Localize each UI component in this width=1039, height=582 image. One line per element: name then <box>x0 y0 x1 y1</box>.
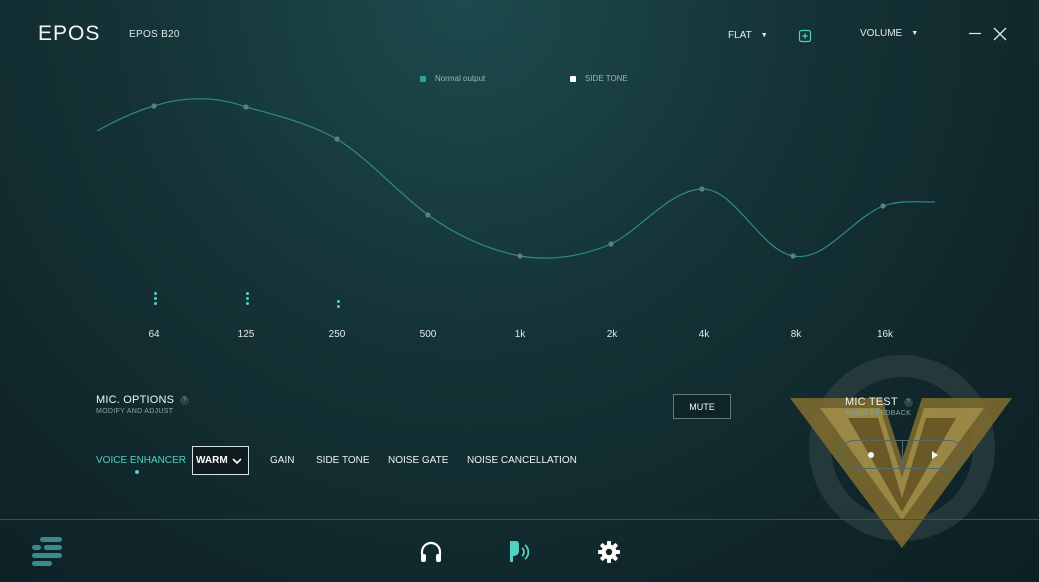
freq-label-1k: 1k <box>514 329 526 340</box>
voice-enhancer-value: WARM <box>196 455 228 466</box>
preset-label: FLAT <box>728 30 752 41</box>
eq-handle-250 <box>334 136 340 142</box>
eq-curve-line <box>96 98 936 259</box>
tab-side-tone[interactable]: SIDE TONE <box>316 455 370 466</box>
preset-dropdown[interactable]: FLAT ▼ <box>728 30 768 41</box>
eq-handle-16k <box>880 203 886 209</box>
play-icon <box>931 450 938 459</box>
volume-label: VOLUME <box>860 28 903 39</box>
eq-handle-64 <box>151 103 157 109</box>
mic-options-title: MIC. OPTIONS <box>96 394 175 406</box>
freq-label-500: 500 <box>419 329 437 340</box>
mic-test-header: MIC TEST ? AUDIO FEEDBACK <box>845 396 913 417</box>
chevron-down-icon <box>232 457 242 464</box>
help-icon[interactable]: ? <box>180 395 190 405</box>
freq-label-125: 125 <box>237 329 255 340</box>
minimize-icon[interactable] <box>968 26 982 40</box>
eq-handle-1k <box>517 253 523 259</box>
freq-label-16k: 16k <box>876 329 894 340</box>
freq-label-8k: 8k <box>790 329 802 340</box>
tab-voice-enhancer[interactable]: VOICE ENHANCER <box>96 455 186 466</box>
eq-handle-125 <box>243 104 249 110</box>
device-name: EPOS B20 <box>129 29 180 40</box>
mic-test-subtitle: AUDIO FEEDBACK <box>845 410 912 417</box>
eq-handle-500 <box>425 212 431 218</box>
help-icon[interactable]: ? <box>903 397 913 407</box>
equalizer-curve[interactable] <box>0 60 1039 350</box>
freq-label-64: 64 <box>148 329 160 340</box>
mic-test-title: MIC TEST <box>845 396 898 408</box>
gear-icon[interactable] <box>597 540 621 564</box>
chevron-down-icon: ▼ <box>911 30 919 37</box>
active-tab-indicator <box>135 470 139 474</box>
mic-options-header: MIC. OPTIONS ? MODIFY AND ADJUST <box>96 394 190 415</box>
tab-noise-cancellation[interactable]: NOISE CANCELLATION <box>467 455 577 466</box>
microphone-icon[interactable] <box>507 539 533 565</box>
tab-noise-gate[interactable]: NOISE GATE <box>388 455 448 466</box>
level-indicator-250 <box>335 300 341 308</box>
tab-gain[interactable]: GAIN <box>270 455 294 466</box>
mute-button[interactable]: MUTE <box>673 394 731 419</box>
record-button[interactable] <box>841 441 903 468</box>
voice-enhancer-select[interactable]: WARM <box>192 446 249 475</box>
play-button[interactable] <box>903 441 964 468</box>
freq-label-4k: 4k <box>698 329 710 340</box>
freq-label-250: 250 <box>328 329 346 340</box>
eq-handle-2k <box>608 241 614 247</box>
eq-handle-8k <box>790 253 796 259</box>
volume-dropdown[interactable]: VOLUME ▼ <box>860 28 918 39</box>
eq-handle-4k <box>699 186 705 192</box>
epos-logo: EPOS <box>38 22 101 45</box>
plus-square-icon[interactable] <box>798 29 812 43</box>
level-indicator-64 <box>152 292 158 305</box>
bottom-divider <box>0 519 1039 520</box>
close-icon[interactable] <box>992 26 1008 42</box>
chevron-down-icon: ▼ <box>760 32 768 39</box>
mic-test-controls <box>840 440 964 469</box>
level-indicator-125 <box>244 292 250 305</box>
menu-icon[interactable] <box>30 536 64 568</box>
record-icon <box>868 451 875 458</box>
mic-options-subtitle: MODIFY AND ADJUST <box>96 408 174 415</box>
headphones-icon[interactable] <box>419 540 443 564</box>
freq-label-2k: 2k <box>606 329 618 340</box>
